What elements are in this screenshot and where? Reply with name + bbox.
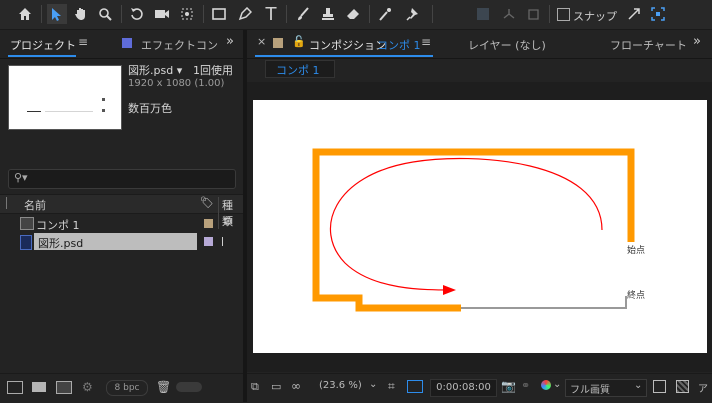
region-of-interest-icon[interactable] xyxy=(407,380,423,393)
project-row-name: コンポ 1 xyxy=(36,219,80,232)
grey-shape-path xyxy=(461,296,627,309)
resolution-grid-icon[interactable]: ⌗ xyxy=(388,379,395,394)
snapshot-camera-icon[interactable]: 📷 xyxy=(501,379,516,393)
tab-composition-name[interactable]: コンポ 1 xyxy=(377,37,421,53)
zoom-chevron-icon[interactable]: ⌄ xyxy=(369,379,377,390)
label-column-icon[interactable]: 🏷 xyxy=(200,196,214,209)
view-axis-icon[interactable] xyxy=(524,4,544,24)
zoom-tool-icon[interactable] xyxy=(95,4,115,24)
red-arrow-head xyxy=(443,285,456,295)
tab-composition[interactable]: コンポジション xyxy=(309,37,386,53)
panel-overflow-icon[interactable]: » xyxy=(693,34,701,49)
active-camera-dropdown[interactable]: ア xyxy=(698,380,708,395)
new-composition-icon[interactable] xyxy=(56,381,72,394)
item-thumbnail xyxy=(8,65,122,130)
selection-tool-icon[interactable] xyxy=(47,4,67,24)
snap-expand-icon[interactable] xyxy=(624,4,644,24)
type-tool-icon[interactable]: T xyxy=(261,4,281,25)
interpret-footage-icon[interactable] xyxy=(7,381,23,394)
project-row-name: 図形.psd xyxy=(38,237,84,250)
viewer-controls-bar: ⧉ ▭ ∞ (23.6 %) ⌄ ⌗ 0:00:08:00 📷 ⚭ ⌄ フル画質… xyxy=(247,373,712,403)
snap-checkbox[interactable] xyxy=(557,8,570,21)
composition-viewer[interactable]: 始点 終点 xyxy=(247,82,712,372)
mask-visibility-icon[interactable]: ∞ xyxy=(291,379,301,393)
project-column-header: 名前 🏷 種類 xyxy=(0,194,243,229)
item-name[interactable]: 図形.psd ▾ xyxy=(128,62,182,78)
search-icon: ⚲▾ xyxy=(14,171,28,184)
composition-menu-icon[interactable]: ≡ xyxy=(421,35,431,49)
label-swatch[interactable] xyxy=(204,219,213,228)
rectangle-tool-icon[interactable] xyxy=(209,4,229,24)
composition-panel: × 🔓 コンポジション コンポ 1 ≡ レイヤー (なし) フローチャート » … xyxy=(247,30,712,403)
pan-behind-tool-icon[interactable] xyxy=(177,4,197,24)
tools-toolbar: T スナップ xyxy=(0,0,712,30)
lock-icon[interactable]: 🔓 xyxy=(292,35,306,48)
item-dimensions: 1920 x 1080 (1.00) xyxy=(128,78,225,89)
orange-shape-path xyxy=(312,148,635,312)
project-panel: プロジェクト ≡ エフェクトコン » 図形.psd ▾ 1回使用 1920 x … xyxy=(0,30,243,373)
eraser-tool-icon[interactable] xyxy=(343,4,363,24)
effects-color-swatch xyxy=(122,38,132,48)
composition-icon xyxy=(20,217,34,230)
comp-color-swatch xyxy=(273,38,283,48)
hand-tool-icon[interactable] xyxy=(71,4,91,24)
show-snapshot-icon[interactable]: ⚭ xyxy=(521,379,530,392)
item-colors: 数百万色 xyxy=(128,102,172,115)
monitor-icon[interactable]: ▭ xyxy=(271,380,281,393)
label-swatch[interactable] xyxy=(204,237,213,246)
zoom-dropdown[interactable]: (23.6 %) xyxy=(319,380,362,391)
current-time-field[interactable]: 0:00:08:00 xyxy=(430,379,497,397)
home-icon[interactable] xyxy=(15,4,35,24)
close-tab-icon[interactable]: × xyxy=(257,35,266,48)
transparency-grid-icon[interactable] xyxy=(676,380,689,393)
tab-flowchart[interactable]: フローチャート xyxy=(610,37,687,53)
thumbnail-size-slider[interactable] xyxy=(176,382,202,392)
composition-canvas[interactable]: 始点 終点 xyxy=(253,100,707,353)
project-settings-icon[interactable]: ⚙ xyxy=(82,380,93,394)
composition-type-icon: ⚙ xyxy=(223,215,233,228)
clone-stamp-tool-icon[interactable] xyxy=(318,4,338,24)
snap-label: スナップ xyxy=(573,10,617,23)
snap-features-icon[interactable] xyxy=(648,4,668,24)
channels-chevron-icon[interactable]: ⌄ xyxy=(553,379,561,390)
item-usage: 1回使用 xyxy=(193,64,233,77)
project-search-input[interactable]: ⚲▾ xyxy=(8,169,236,189)
resolution-dropdown[interactable]: フル画質 ⌄ xyxy=(565,379,647,397)
always-preview-icon[interactable]: ⧉ xyxy=(251,380,259,394)
bit-depth-button[interactable]: 8 bpc xyxy=(106,380,148,396)
column-name[interactable]: 名前 xyxy=(24,197,46,213)
project-row-psd[interactable]: 図形.psd xyxy=(0,233,242,250)
panel-overflow-icon[interactable]: » xyxy=(226,34,234,49)
red-motion-curve xyxy=(329,157,603,291)
puppet-pin-icon[interactable] xyxy=(403,4,423,24)
pen-tool-icon[interactable] xyxy=(235,4,255,24)
color-channels-icon[interactable] xyxy=(541,380,551,390)
delete-icon[interactable]: 🗑 xyxy=(156,380,171,394)
world-axis-icon[interactable] xyxy=(499,4,519,24)
project-panel-menu-icon[interactable]: ≡ xyxy=(78,35,88,49)
brush-tool-icon[interactable] xyxy=(293,4,313,24)
rotate-tool-icon[interactable] xyxy=(127,4,147,24)
project-bottom-bar: ⚙ 8 bpc 🗑 xyxy=(0,373,243,403)
local-axis-icon[interactable] xyxy=(473,4,493,24)
tab-project[interactable]: プロジェクト xyxy=(10,37,76,53)
psd-file-icon xyxy=(20,235,32,250)
canvas-drawing xyxy=(312,148,635,312)
end-point-label: 終点 xyxy=(627,291,646,301)
fast-preview-icon[interactable] xyxy=(653,380,666,393)
roto-brush-icon[interactable] xyxy=(376,4,396,24)
comp-breadcrumb[interactable]: コンポ 1 xyxy=(265,60,335,78)
tab-effect-controls[interactable]: エフェクトコン xyxy=(141,37,218,53)
start-point-label: 始点 xyxy=(627,246,646,256)
project-row-comp[interactable]: コンポ 1 ⚙ xyxy=(0,215,242,232)
tab-layer[interactable]: レイヤー (なし) xyxy=(468,37,546,53)
camera-tool-icon[interactable] xyxy=(152,4,172,24)
new-folder-icon[interactable] xyxy=(32,382,46,392)
